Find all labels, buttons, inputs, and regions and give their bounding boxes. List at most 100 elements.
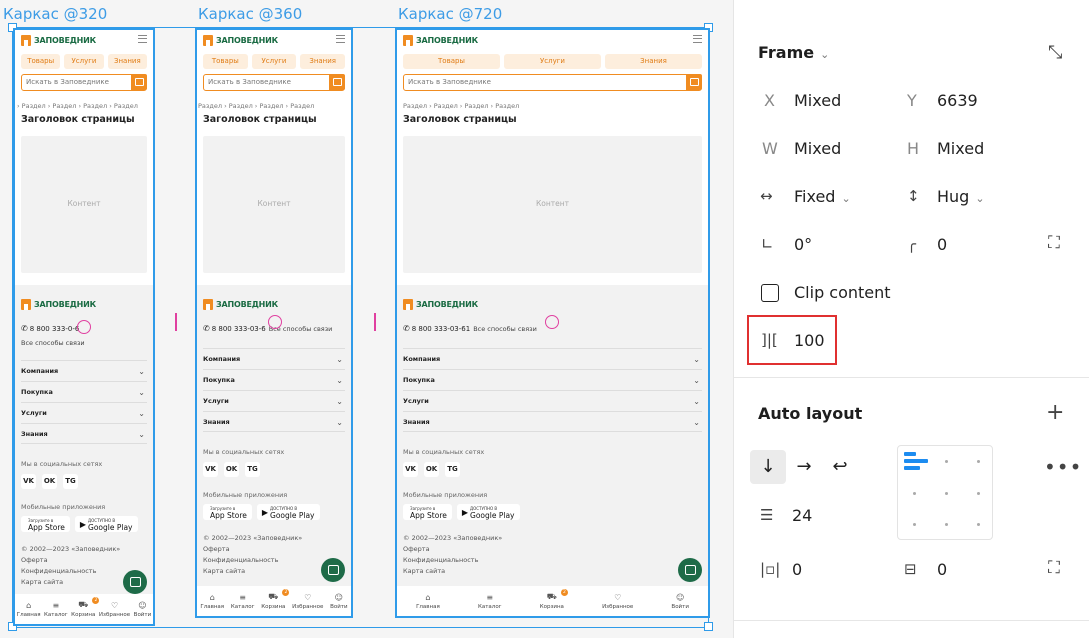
accordion-purchase[interactable]: Покупка ⌄ bbox=[203, 369, 345, 390]
accordion-purchase[interactable]: Покупка ⌄ bbox=[21, 381, 147, 402]
menu-icon[interactable] bbox=[693, 35, 702, 43]
direction-vertical-button[interactable]: ↓ bbox=[750, 450, 786, 484]
y-field[interactable]: 6639 bbox=[937, 91, 978, 110]
align-dot[interactable] bbox=[913, 523, 916, 526]
frame-label-320[interactable]: Каркас @320 bbox=[3, 5, 107, 23]
google-play-button[interactable]: ▶ ДОСТУПНО В Google Play bbox=[74, 516, 138, 532]
accordion-services[interactable]: Услуги ⌄ bbox=[21, 402, 147, 423]
ok-icon[interactable]: OK bbox=[42, 474, 57, 489]
independent-corners-icon[interactable]: ⛶ bbox=[1048, 233, 1060, 253]
tab-services[interactable]: Услуги bbox=[251, 54, 297, 69]
selection-handle-bottom-right[interactable] bbox=[704, 622, 713, 631]
align-dot[interactable] bbox=[913, 492, 916, 495]
align-dot[interactable] bbox=[977, 460, 980, 463]
accordion-knowledge[interactable]: Знания ⌄ bbox=[21, 423, 147, 444]
phone-link[interactable]: ✆ 8 800 333-03-61 Все способы связи bbox=[403, 324, 537, 333]
x-field[interactable]: Mixed bbox=[794, 91, 841, 110]
tab-knowledge[interactable]: Знания bbox=[107, 54, 147, 69]
alignment-grid[interactable] bbox=[897, 445, 993, 540]
frame-label-720[interactable]: Каркас @720 bbox=[398, 5, 502, 23]
vk-icon[interactable]: VK bbox=[21, 474, 36, 489]
accordion-services[interactable]: Услуги ⌄ bbox=[403, 390, 702, 411]
search-input[interactable]: Искать в Заповеднике bbox=[21, 74, 147, 91]
phone-link[interactable]: ✆ 8 800 333-0-6 bbox=[21, 324, 79, 333]
nav-home[interactable]: ⌂ Главная bbox=[416, 593, 440, 610]
tab-services[interactable]: Услуги bbox=[504, 54, 601, 69]
nav-favorites[interactable]: ♡ Избранное bbox=[292, 593, 323, 610]
nav-favorites[interactable]: ♡ Избранное bbox=[602, 593, 633, 610]
ok-icon[interactable]: OK bbox=[224, 462, 239, 477]
padding-horizontal-field[interactable]: 0 bbox=[792, 560, 802, 579]
menu-icon[interactable] bbox=[138, 35, 147, 43]
nav-catalog[interactable]: ≡ Каталог bbox=[478, 593, 502, 610]
chat-button[interactable] bbox=[678, 558, 702, 582]
width-mode-select[interactable]: Fixed ⌄ bbox=[794, 187, 851, 206]
align-dot[interactable] bbox=[945, 523, 948, 526]
padding-vertical-field[interactable]: 0 bbox=[937, 560, 947, 579]
spacing-field[interactable]: 24 bbox=[792, 506, 812, 525]
phone-link[interactable]: ✆ 8 800 333-03-6 Все способы связи bbox=[203, 324, 332, 333]
app-store-button[interactable]: Загрузите в App Store bbox=[203, 504, 252, 520]
search-button-icon[interactable] bbox=[131, 74, 147, 90]
telegram-icon[interactable]: TG bbox=[445, 462, 460, 477]
align-dot[interactable] bbox=[977, 492, 980, 495]
accordion-company[interactable]: Компания ⌄ bbox=[21, 360, 147, 381]
tab-products[interactable]: Товары bbox=[21, 54, 61, 69]
nav-catalog[interactable]: ≡ Каталог bbox=[231, 593, 255, 610]
privacy-link[interactable]: Конфиденциальность bbox=[21, 566, 120, 577]
nav-cart[interactable]: ⛟ 2 Корзина bbox=[540, 589, 568, 610]
collapse-icon[interactable]: ⤡ bbox=[1048, 42, 1062, 63]
gap-field[interactable]: 100 bbox=[794, 331, 825, 350]
accordion-knowledge[interactable]: Знания ⌄ bbox=[403, 411, 702, 432]
offer-link[interactable]: Оферта bbox=[403, 544, 502, 555]
accordion-services[interactable]: Услуги ⌄ bbox=[203, 390, 345, 411]
offer-link[interactable]: Оферта bbox=[21, 555, 120, 566]
height-mode-select[interactable]: Hug ⌄ bbox=[937, 187, 985, 206]
more-options-icon[interactable]: ••• bbox=[1044, 455, 1082, 479]
search-button-icon[interactable] bbox=[686, 74, 702, 90]
nav-login[interactable]: ☺ Войти bbox=[671, 593, 689, 610]
chat-button[interactable] bbox=[321, 558, 345, 582]
alt-contacts-link[interactable]: Все способы связи bbox=[21, 339, 85, 347]
google-play-button[interactable]: ▶ ДОСТУПНО В Google Play bbox=[456, 504, 520, 520]
tab-knowledge[interactable]: Знания bbox=[300, 54, 346, 69]
sitemap-link[interactable]: Карта сайта bbox=[21, 577, 120, 588]
add-icon[interactable]: + bbox=[1046, 400, 1064, 425]
radius-field[interactable]: 0 bbox=[937, 235, 947, 254]
chat-button[interactable] bbox=[123, 570, 147, 594]
menu-icon[interactable] bbox=[336, 35, 345, 43]
search-input[interactable]: Искать в Заповеднике bbox=[203, 74, 345, 91]
individual-padding-icon[interactable]: ⛶ bbox=[1048, 558, 1060, 578]
frame-label-360[interactable]: Каркас @360 bbox=[198, 5, 302, 23]
accordion-company[interactable]: Компания ⌄ bbox=[403, 348, 702, 369]
tab-knowledge[interactable]: Знания bbox=[605, 54, 702, 69]
nav-login[interactable]: ☺ Войти bbox=[330, 593, 348, 610]
nav-cart[interactable]: ⛟ 2 Корзина bbox=[261, 589, 290, 610]
tab-services[interactable]: Услуги bbox=[64, 54, 104, 69]
direction-wrap-button[interactable]: ↩ bbox=[822, 450, 858, 484]
app-store-button[interactable]: Загрузите в App Store bbox=[21, 516, 70, 532]
search-input[interactable]: Искать в Заповеднике bbox=[403, 74, 702, 91]
nav-login[interactable]: ☺ Войти bbox=[134, 601, 152, 618]
search-button-icon[interactable] bbox=[329, 74, 345, 90]
app-store-button[interactable]: Загрузите в App Store bbox=[403, 504, 452, 520]
vk-icon[interactable]: VK bbox=[203, 462, 218, 477]
accordion-knowledge[interactable]: Знания ⌄ bbox=[203, 411, 345, 432]
tab-products[interactable]: Товары bbox=[403, 54, 500, 69]
align-dot[interactable] bbox=[945, 492, 948, 495]
privacy-link[interactable]: Конфиденциальность bbox=[203, 555, 302, 566]
accordion-purchase[interactable]: Покупка ⌄ bbox=[403, 369, 702, 390]
alt-contacts-link[interactable]: Все способы связи bbox=[473, 325, 537, 333]
align-dot[interactable] bbox=[945, 460, 948, 463]
sitemap-link[interactable]: Карта сайта bbox=[203, 566, 302, 577]
nav-home[interactable]: ⌂ Главная bbox=[17, 601, 41, 618]
google-play-button[interactable]: ▶ ДОСТУПНО В Google Play bbox=[256, 504, 320, 520]
accordion-company[interactable]: Компания ⌄ bbox=[203, 348, 345, 369]
vk-icon[interactable]: VK bbox=[403, 462, 418, 477]
design-canvas[interactable]: Каркас @320 Каркас @360 Каркас @720 ЗАПО… bbox=[0, 0, 733, 638]
privacy-link[interactable]: Конфиденциальность bbox=[403, 555, 502, 566]
sitemap-link[interactable]: Карта сайта bbox=[403, 566, 502, 577]
direction-horizontal-button[interactable]: → bbox=[786, 450, 822, 484]
clip-content-checkbox[interactable] bbox=[761, 284, 779, 302]
frame-section-title[interactable]: Frame ⌄ bbox=[758, 43, 829, 62]
